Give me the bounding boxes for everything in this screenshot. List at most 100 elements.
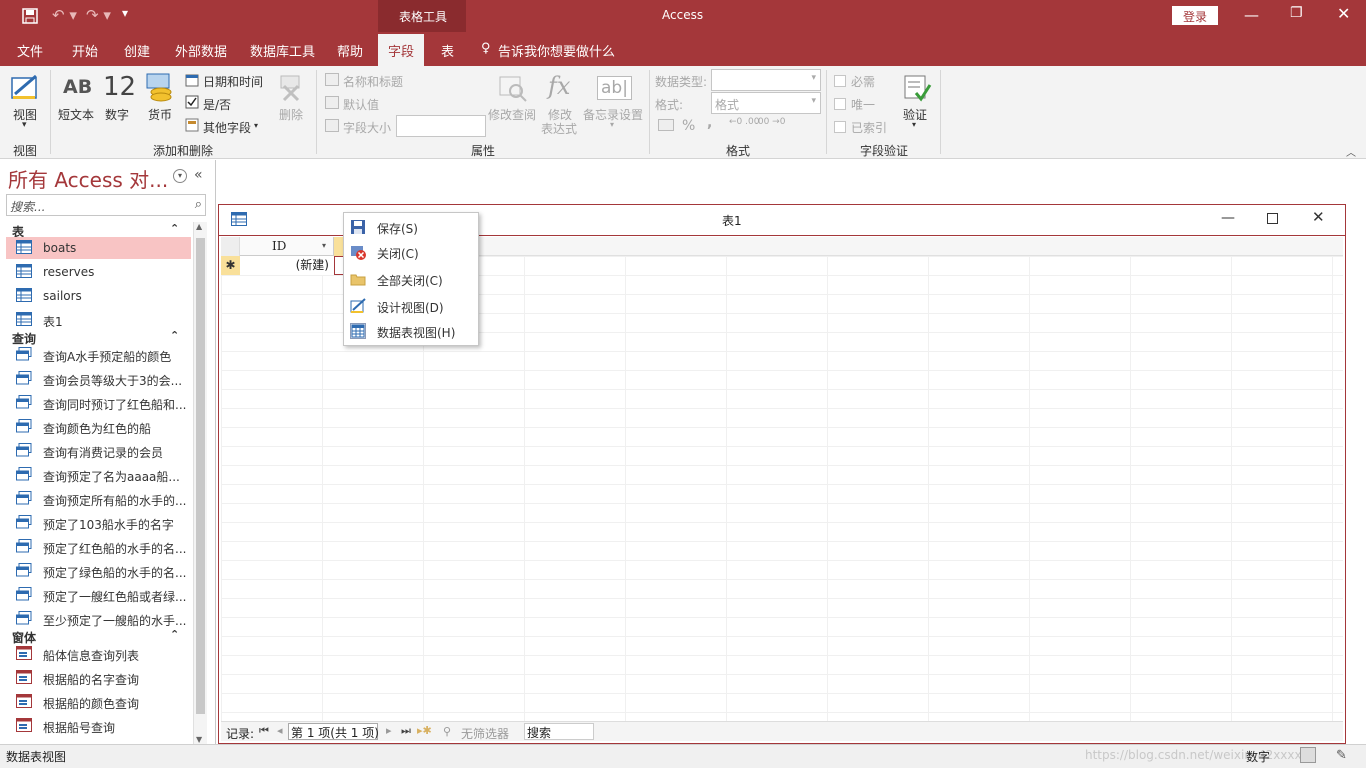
number-button[interactable]: 数字	[105, 106, 129, 123]
short-text-icon[interactable]: AB	[63, 76, 92, 98]
memo-settings-icon[interactable]: ab|	[597, 76, 632, 100]
modify-lookups-icon[interactable]	[498, 75, 528, 106]
save-icon[interactable]	[22, 8, 38, 27]
nav-pane-title[interactable]: 所有 Access 对...	[8, 164, 168, 193]
nav-item-form[interactable]: 船体信息查询列表	[6, 643, 191, 665]
design-view-toggle-icon[interactable]: ✎	[1336, 748, 1347, 763]
tab-help[interactable]: 帮助	[337, 41, 363, 60]
tell-me-search[interactable]: 告诉我你想要做什么	[498, 41, 615, 60]
search-icon[interactable]: ⌕	[195, 197, 202, 212]
doc-minimize-icon[interactable]: —	[1221, 210, 1235, 226]
new-record-icon[interactable]: ▸✱	[417, 724, 432, 737]
collapse-section-icon[interactable]: ⌃	[170, 329, 179, 342]
menu-item-datasheet-view[interactable]: 数据表视图(H)	[344, 319, 478, 343]
restore-icon[interactable]: ❐	[1290, 5, 1303, 21]
nav-item-form[interactable]: 根据船的颜色查询	[6, 691, 191, 713]
nav-item-query[interactable]: 查询A水手预定船的颜色	[6, 344, 191, 366]
current-record-input[interactable]: 第 1 项(共 1 项)	[288, 723, 379, 740]
default-value-button[interactable]: 默认值	[343, 96, 379, 113]
menu-item-close[interactable]: 关闭(C)	[344, 240, 478, 264]
currency-icon[interactable]	[145, 72, 175, 105]
fx-icon[interactable]: fx	[548, 72, 570, 100]
datasheet-view-toggle-icon[interactable]	[1300, 747, 1316, 763]
menu-item-close-all[interactable]: 全部关闭(C)	[344, 267, 478, 291]
delete-button[interactable]: 删除	[279, 106, 303, 123]
nav-item-table[interactable]: 表1	[6, 309, 191, 331]
menu-item-save[interactable]: 保存(S)	[344, 215, 478, 239]
yesno-button[interactable]: 是/否	[203, 96, 231, 113]
shutter-bar-icon[interactable]: «	[194, 167, 203, 183]
login-button[interactable]: 登录	[1172, 6, 1218, 25]
select-all-corner[interactable]	[221, 237, 240, 256]
unique-checkbox[interactable]	[834, 96, 846, 110]
collapse-section-icon[interactable]: ⌃	[170, 628, 179, 641]
previous-record-icon[interactable]: ◂	[277, 724, 283, 737]
collapse-section-icon[interactable]: ⌃	[170, 222, 179, 235]
nav-item-table[interactable]: reserves	[6, 261, 191, 283]
tab-table[interactable]: 表	[441, 41, 454, 60]
customize-qat-icon[interactable]: ▾	[122, 6, 128, 20]
delete-icon[interactable]	[279, 74, 303, 105]
short-text-button[interactable]: 短文本	[58, 106, 94, 123]
column-dropdown-icon[interactable]: ▾	[322, 241, 326, 250]
chevron-down-icon[interactable]: ▾	[22, 120, 27, 130]
nav-item-query[interactable]: 预定了绿色船的水手的名...	[6, 560, 191, 582]
nav-search-box[interactable]: 搜索... ⌕	[6, 194, 206, 216]
nav-item-query[interactable]: 查询预定了名为aaaa船...	[6, 464, 191, 486]
tab-create[interactable]: 创建	[124, 41, 150, 60]
datetime-button[interactable]: 日期和时间	[203, 73, 263, 90]
currency-button[interactable]: 货币	[148, 106, 172, 123]
tab-external-data[interactable]: 外部数据	[175, 41, 227, 60]
nav-item-query[interactable]: 预定了红色船的水手的名...	[6, 536, 191, 558]
no-filter-button[interactable]: 无筛选器	[461, 725, 509, 742]
tab-home[interactable]: 开始	[72, 41, 98, 60]
undo-icon[interactable]: ↶ ▾	[52, 6, 77, 24]
close-icon[interactable]: ✕	[1337, 4, 1350, 23]
minimize-icon[interactable]: —	[1244, 6, 1259, 24]
last-record-icon[interactable]: ⏭	[401, 724, 411, 738]
nav-item-query[interactable]: 至少预定了一艘船的水手...	[6, 608, 191, 630]
doc-maximize-icon[interactable]	[1267, 213, 1278, 224]
indexed-checkbox[interactable]	[834, 119, 846, 133]
scroll-up-icon[interactable]: ▲	[196, 222, 202, 231]
number-icon[interactable]: 12	[103, 72, 136, 102]
menu-item-design-view[interactable]: 设计视图(D)	[344, 294, 478, 318]
nav-item-table[interactable]: sailors	[6, 285, 191, 307]
nav-item-query[interactable]: 预定了103船水手的名字	[6, 512, 191, 534]
nav-item-query[interactable]: 查询有消费记录的会员	[6, 440, 191, 462]
first-record-icon[interactable]: ⏮	[259, 724, 269, 738]
nav-item-table[interactable]: boats	[6, 237, 191, 259]
nav-item-query[interactable]: 查询预定所有船的水手的...	[6, 488, 191, 510]
tab-database-tools[interactable]: 数据库工具	[250, 41, 315, 60]
name-caption-button[interactable]: 名称和标题	[343, 73, 403, 90]
next-record-icon[interactable]: ▸	[386, 724, 392, 737]
required-checkbox[interactable]	[834, 73, 846, 87]
scroll-down-icon[interactable]: ▼	[196, 735, 202, 744]
nav-scrollbar[interactable]: ▲ ▼	[193, 222, 207, 744]
nav-item-form[interactable]: 根据船的名字查询	[6, 667, 191, 689]
nav-item-query[interactable]: 查询颜色为红色的船	[6, 416, 191, 438]
nav-item-query[interactable]: 查询同时预订了红色船和...	[6, 392, 191, 414]
redo-icon[interactable]: ↷ ▾	[86, 6, 111, 24]
record-search-input[interactable]: 搜索	[524, 723, 594, 740]
validation-icon[interactable]	[902, 73, 932, 106]
nav-menu-chevron-icon[interactable]: ▾	[173, 169, 187, 183]
decrease-decimal-icon[interactable]: .00 →0	[755, 118, 785, 127]
field-size-input[interactable]	[396, 115, 486, 137]
scroll-thumb[interactable]	[196, 238, 205, 714]
new-record-cell[interactable]: (新建)	[240, 256, 334, 275]
new-record-selector[interactable]: ✱	[221, 256, 240, 275]
tab-file[interactable]: 文件	[17, 41, 43, 60]
data-type-select[interactable]: ▾	[711, 69, 821, 91]
increase-decimal-icon[interactable]: ←0 .00	[729, 118, 759, 127]
nav-item-query[interactable]: 预定了一艘红色船或者绿...	[6, 584, 191, 606]
column-header-id[interactable]: ID ▾	[240, 237, 334, 256]
currency-format-icon[interactable]	[658, 119, 674, 131]
doc-close-icon[interactable]: ✕	[1312, 208, 1325, 226]
view-icon[interactable]	[10, 72, 42, 107]
nav-item-query[interactable]: 查询会员等级大于3的会...	[6, 368, 191, 390]
nav-search-input[interactable]: 搜索...	[10, 198, 45, 215]
more-fields-button[interactable]: 其他字段	[203, 119, 251, 136]
comma-icon[interactable]: ,	[707, 115, 712, 131]
format-select[interactable]: 格式 ▾	[711, 92, 821, 114]
